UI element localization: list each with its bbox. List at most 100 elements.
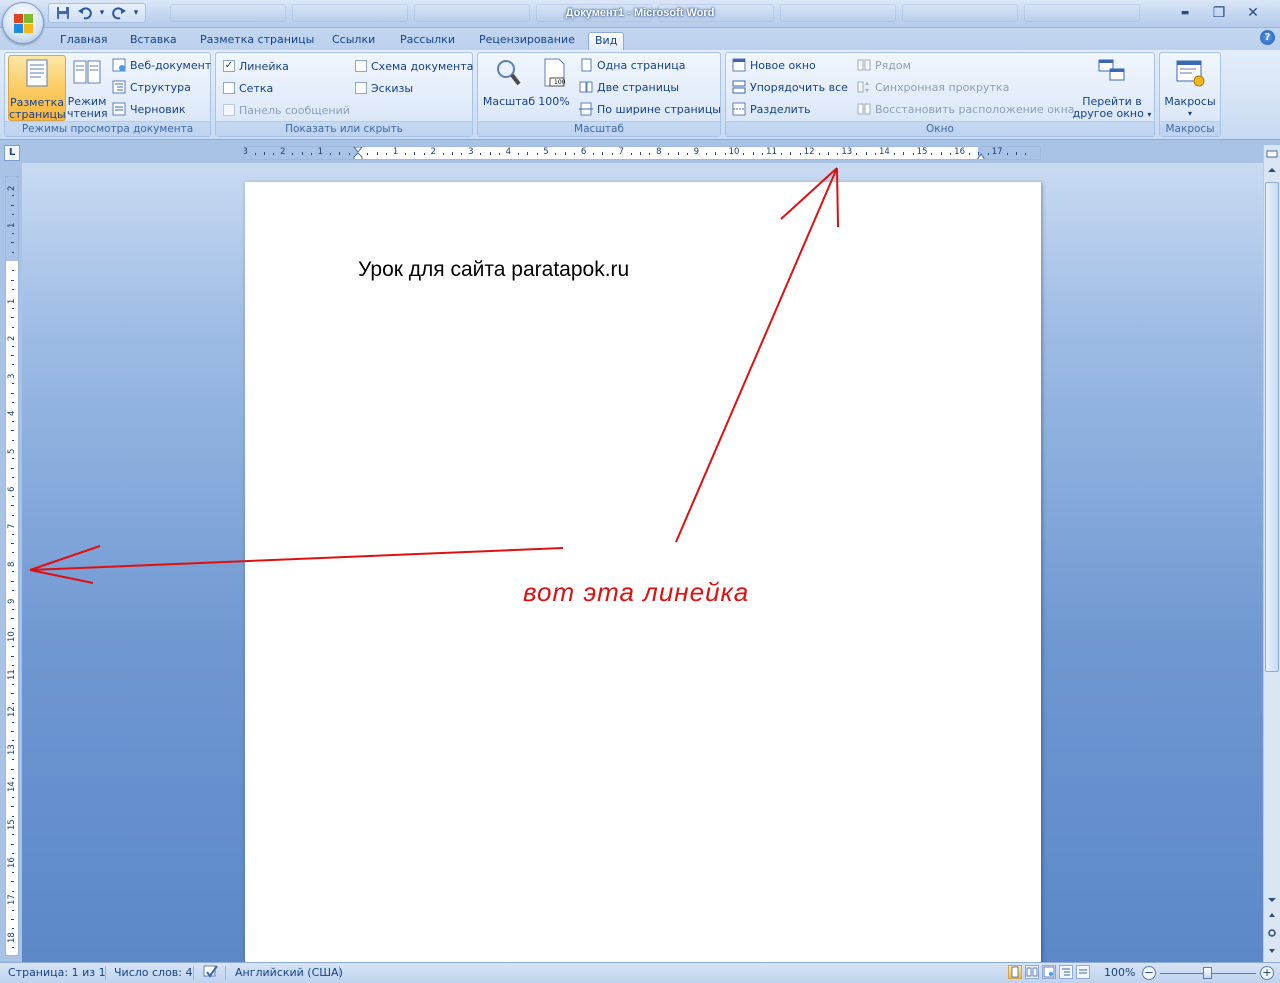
thumbnails-checkbox-box[interactable] [355, 82, 367, 94]
ruler-tick-h [865, 152, 867, 155]
status-page-count[interactable]: Страница: 1 из 1 [8, 966, 106, 979]
thumbnails-label: Эскизы [371, 81, 414, 95]
office-button[interactable] [2, 2, 44, 44]
scroll-down-button[interactable] [1265, 895, 1279, 910]
zoom-100-button[interactable]: 100% [536, 55, 572, 121]
view-outline-button[interactable] [1059, 965, 1073, 979]
view-web-layout-button[interactable] [1042, 965, 1056, 979]
scroll-up-button[interactable] [1265, 165, 1279, 180]
ruler-tick-h [499, 153, 500, 155]
document-map-checkbox[interactable]: Схема документа [355, 57, 473, 75]
ruler-tick-v [12, 815, 14, 817]
ruler-tick-h [489, 152, 491, 155]
tab-view[interactable]: Вид [588, 32, 625, 50]
full-screen-reading-button[interactable]: Режим чтения [67, 55, 108, 121]
proofing-icon[interactable] [202, 964, 220, 983]
tab-page-layout[interactable]: Разметка страницы [194, 32, 320, 50]
thumbnails-checkbox[interactable]: Эскизы [355, 79, 413, 97]
macros-button[interactable]: Макросы ▾ [1162, 55, 1218, 121]
ruler-tick-v [12, 928, 14, 930]
print-layout-icon [26, 59, 48, 87]
ruler-tick-h [828, 152, 829, 155]
tab-mailings[interactable]: Рассылки [394, 32, 461, 50]
message-bar-label: Панель сообщений [239, 103, 350, 117]
view-ruler-toggle-button[interactable] [1265, 148, 1279, 163]
scroll-thumb[interactable] [1265, 182, 1279, 672]
arrange-all-button[interactable]: Упорядочить все [732, 78, 848, 96]
minimize-button[interactable]: ▬ [1170, 3, 1200, 23]
split-icon [732, 102, 746, 116]
tab-selector-button[interactable]: L [4, 145, 20, 161]
view-draft-button[interactable] [1076, 965, 1090, 979]
tab-references[interactable]: Ссылки [326, 32, 381, 50]
ruler-tick-h [339, 152, 341, 155]
draft-icon [112, 102, 126, 116]
zoom-level[interactable]: 100% [1104, 966, 1135, 979]
select-browse-object-button[interactable] [1265, 928, 1279, 943]
ruler-tick-v [12, 646, 14, 648]
outline-button[interactable]: Структура [112, 78, 191, 96]
zoom-slider-thumb[interactable] [1203, 967, 1212, 979]
ruler-number-v: 7 [7, 523, 17, 530]
page-width-button[interactable]: По ширине страницы [579, 100, 721, 118]
close-button[interactable]: ✕ [1238, 3, 1268, 23]
one-page-button[interactable]: Одна страница [579, 56, 685, 74]
ruler-tick-v [12, 402, 14, 403]
draft-button[interactable]: Черновик [112, 100, 186, 118]
draft-label: Черновик [130, 102, 186, 116]
status-language[interactable]: Английский (США) [235, 966, 343, 979]
ruler-tick-h [301, 152, 303, 155]
status-word-count[interactable]: Число слов: 4 [114, 966, 193, 979]
zoom-in-button[interactable]: + [1260, 966, 1274, 980]
left-indent-marker-icon[interactable] [353, 147, 363, 160]
web-layout-button[interactable]: Веб-документ [112, 56, 211, 74]
next-page-button[interactable] [1265, 944, 1279, 959]
view-reading-button[interactable] [1025, 965, 1039, 979]
tab-review[interactable]: Рецензирование [473, 32, 581, 50]
ruler-tick-h [480, 153, 482, 155]
zoom-out-button[interactable]: − [1142, 966, 1156, 980]
ruler-number-h: 10 [728, 147, 740, 157]
previous-page-button[interactable] [1265, 912, 1279, 927]
tab-insert[interactable]: Вставка [124, 32, 183, 50]
tab-home[interactable]: Главная [54, 32, 114, 50]
ruler-tick-v [12, 214, 14, 215]
ruler-tick-h [1016, 152, 1017, 155]
ruler-checkbox-mark[interactable]: ✓ [223, 60, 235, 72]
view-print-layout-button[interactable] [1008, 965, 1022, 979]
ruler-number-h: 1 [317, 147, 324, 157]
ruler-tick-v [12, 778, 14, 779]
switch-windows-button[interactable]: Перейти в другое окно ▾ [1071, 55, 1153, 121]
split-button[interactable]: Разделить [732, 100, 811, 118]
help-icon[interactable]: ? [1260, 30, 1275, 45]
vertical-scrollbar[interactable] [1263, 145, 1280, 962]
ruler-number-h: 9 [693, 147, 700, 157]
gridlines-checkbox[interactable]: Сетка [223, 79, 273, 97]
ruler-tick-h [799, 153, 801, 155]
ruler-tick-v [12, 195, 14, 197]
document-page[interactable]: Урок для сайта paratapok.ru [245, 182, 1041, 962]
vertical-ruler[interactable]: 2 1 1 2 3 4 5 6 7 8 9 10 11 12 13 14 15 16 17 18 [5, 176, 19, 956]
print-layout-button[interactable]: Разметка страницы [8, 55, 66, 121]
zoom-button[interactable]: Масштаб [481, 55, 537, 121]
two-pages-button[interactable]: Две страницы [579, 78, 679, 96]
next-page-icon [1269, 949, 1275, 953]
new-window-button[interactable]: Новое окно [732, 56, 816, 74]
sync-scroll-label: Синхронная прокрутка [875, 80, 1010, 94]
ruler-tick-h [329, 153, 331, 155]
reset-window-position-button: Восстановить расположение окна [857, 100, 1075, 118]
ruler-tick-v [12, 496, 14, 497]
ruler-tick-h [611, 153, 613, 155]
ruler-tick-v [12, 872, 14, 873]
document-heading[interactable]: Урок для сайта paratapok.ru [358, 258, 629, 282]
ruler-number-h: 6 [580, 147, 587, 157]
ruler-tick-v [12, 721, 14, 723]
ruler-checkbox[interactable]: ✓ Линейка [223, 57, 289, 75]
horizontal-ruler[interactable]: 3 2 1 1 2 3 4 5 6 7 8 9 10 11 12 13 14 15 16 17 [243, 146, 1041, 160]
ruler-tick-h [705, 153, 707, 155]
gridlines-checkbox-box[interactable] [223, 82, 235, 94]
ruler-number-v: 4 [7, 410, 17, 417]
document-map-checkbox-box[interactable] [355, 60, 367, 72]
previous-page-icon [1269, 913, 1275, 917]
restore-button[interactable]: ❐ [1204, 3, 1234, 23]
